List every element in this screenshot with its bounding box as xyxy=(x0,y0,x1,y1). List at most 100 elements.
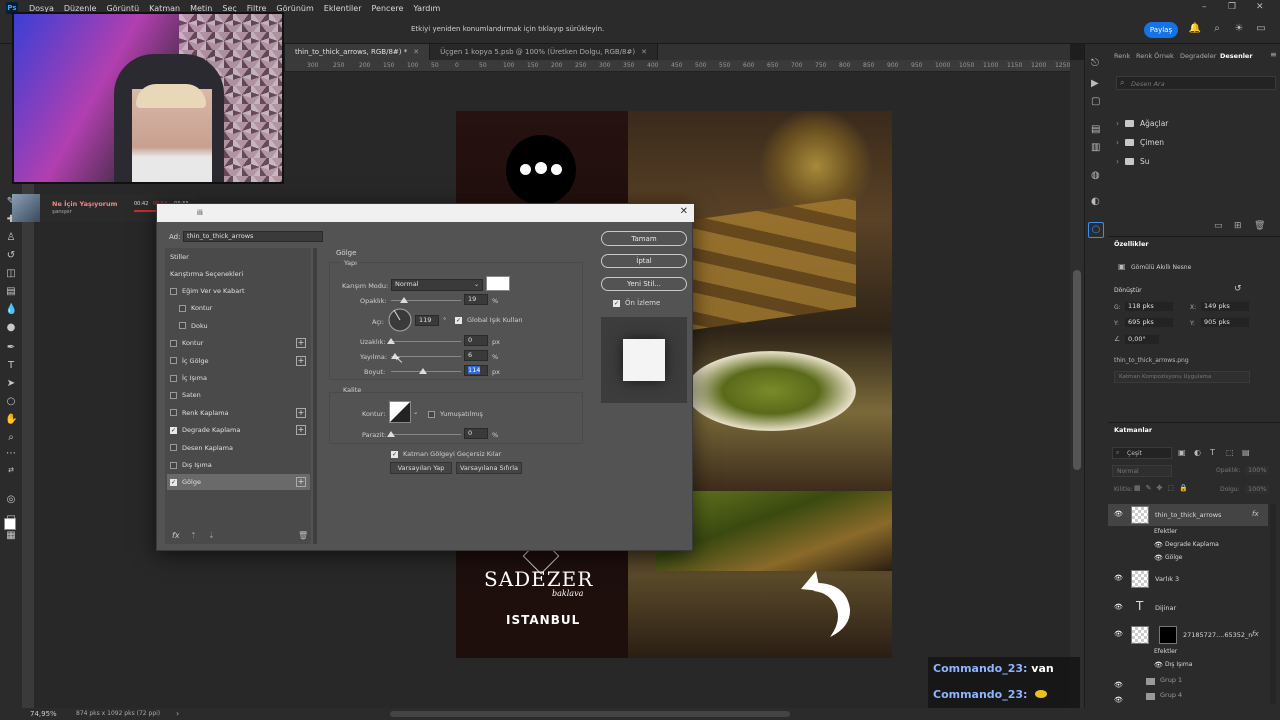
style-checkbox[interactable] xyxy=(170,374,177,382)
style-checkbox[interactable] xyxy=(170,461,177,469)
distance-slider-thumb[interactable] xyxy=(387,338,395,344)
style-item[interactable]: Saten xyxy=(167,387,310,405)
style-item[interactable]: İç Gölge + xyxy=(167,353,310,370)
knockout-checkbox[interactable]: ✓ xyxy=(391,450,398,458)
opacity-input[interactable]: 19 xyxy=(464,294,488,305)
dodge-tool-icon[interactable]: ● xyxy=(5,322,17,334)
menu-help[interactable]: Yardım xyxy=(408,4,445,13)
list-scrollbar[interactable] xyxy=(313,248,317,544)
filter-type-icon[interactable]: T xyxy=(1210,448,1215,457)
visibility-eye-icon[interactable]: 👁 xyxy=(1114,696,1123,704)
layer-row[interactable]: 👁 Grup 1 xyxy=(1108,675,1268,689)
move-up-icon[interactable]: ⇡ xyxy=(190,531,197,540)
path-select-icon[interactable]: ➤ xyxy=(5,378,17,390)
pattern-search-input[interactable]: ⌕ Desen Ara xyxy=(1116,76,1276,90)
style-item[interactable]: Doku xyxy=(167,318,310,335)
lock-icons[interactable]: ▦✎✥⬚🔒 xyxy=(1134,484,1193,492)
frame-tool-icon[interactable]: ▦ xyxy=(5,530,17,542)
y-input[interactable]: 905 pks xyxy=(1200,317,1250,328)
knockout-option[interactable]: ✓ Katman Gölgeyi Geçersiz Kılar xyxy=(391,450,501,458)
ok-button[interactable]: Tamam xyxy=(601,231,687,246)
adjustments-icon[interactable]: ◍ xyxy=(1091,170,1100,181)
lightbulb-icon[interactable]: ☀ xyxy=(1232,22,1246,36)
quick-mask-icon[interactable]: ◎ xyxy=(5,494,17,506)
style-checkbox[interactable] xyxy=(179,304,186,312)
libraries-icon[interactable]: ▤ xyxy=(1091,124,1100,135)
size-slider-thumb[interactable] xyxy=(419,368,427,374)
close-window-icon[interactable]: ✕ xyxy=(1256,2,1264,12)
pen-tool-icon[interactable]: ✒ xyxy=(5,342,17,354)
contour-preview[interactable] xyxy=(389,401,411,423)
vertical-scrollbar[interactable] xyxy=(1070,60,1084,710)
layer-opacity-input[interactable]: 100% xyxy=(1244,465,1270,476)
shadow-color-swatch[interactable] xyxy=(486,276,510,291)
trash-icon[interactable]: 🗑 xyxy=(298,531,308,540)
style-checkbox[interactable] xyxy=(170,409,177,417)
blending-options-item[interactable]: Karıştırma Seçenekleri xyxy=(167,266,310,283)
folder-water[interactable]: › Su xyxy=(1116,157,1150,166)
styles-header[interactable]: Stiller xyxy=(167,249,310,266)
style-item[interactable]: İç Işıma xyxy=(167,370,310,387)
preview-option[interactable]: ✓ Ön İzleme xyxy=(613,299,660,307)
style-item[interactable]: Kontur xyxy=(167,300,310,318)
new-style-button[interactable]: Yeni Stil... xyxy=(601,277,687,291)
hand-tool-icon[interactable]: ✋ xyxy=(5,414,17,426)
anti-alias-option[interactable]: Yumuşatılmış xyxy=(428,410,483,418)
visibility-eye-icon[interactable]: 👁 xyxy=(1154,661,1163,669)
reset-default-button[interactable]: Varsayılana Sıfırla xyxy=(456,462,522,474)
type-tool-icon[interactable]: T xyxy=(5,360,17,372)
more-tools-icon[interactable]: ⋯ xyxy=(5,448,17,460)
tab-color[interactable]: Renk xyxy=(1114,52,1130,60)
delete-pattern-icon[interactable]: 🗑 xyxy=(1254,221,1265,231)
cancel-button[interactable]: İptal xyxy=(601,254,687,268)
angle-input[interactable]: 119 xyxy=(415,315,439,326)
layer-row[interactable]: Efektler xyxy=(1108,647,1268,659)
shape-tool-icon[interactable]: ○ xyxy=(5,396,17,408)
new-folder-icon[interactable]: ▭ xyxy=(1214,221,1223,231)
style-checkbox[interactable] xyxy=(179,322,186,330)
bell-icon[interactable]: 🔔 xyxy=(1188,22,1202,36)
width-input[interactable]: 118 pks xyxy=(1124,301,1174,312)
visibility-eye-icon[interactable]: 👁 xyxy=(1114,574,1123,582)
search-icon[interactable]: ⌕ xyxy=(1210,22,1224,36)
curved-arrow-icon[interactable] xyxy=(796,561,866,641)
blend-mode-select[interactable]: Normal ⌄ xyxy=(391,279,483,291)
fill-input[interactable]: 100% xyxy=(1244,484,1270,495)
layer-row[interactable]: 👁 27185727....65352_n fx xyxy=(1108,624,1268,646)
size-input[interactable]: 114 xyxy=(464,365,488,376)
visibility-eye-icon[interactable]: 👁 xyxy=(1154,554,1163,562)
history-icon[interactable]: ⎋ xyxy=(1091,58,1099,69)
tab-gradients[interactable]: Degradeler xyxy=(1180,52,1216,60)
add-style-icon[interactable]: + xyxy=(296,338,306,349)
contour-dropdown-icon[interactable]: ⌄ xyxy=(413,408,418,416)
global-light-checkbox[interactable]: ✓ xyxy=(455,316,462,324)
add-style-icon[interactable]: + xyxy=(296,425,306,436)
add-style-icon[interactable]: + xyxy=(296,477,306,488)
folder-grass[interactable]: › Çimen xyxy=(1116,138,1164,147)
filter-shape-icon[interactable]: ⬚ xyxy=(1226,448,1234,457)
new-pattern-icon[interactable]: ⊞ xyxy=(1234,221,1242,231)
screen-mode-icon[interactable]: ▭ xyxy=(5,512,17,524)
maximize-icon[interactable]: ❐ xyxy=(1228,2,1236,12)
style-checkbox[interactable] xyxy=(170,339,177,347)
noise-input[interactable]: 0 xyxy=(464,428,488,439)
history-brush-icon[interactable]: ↺ xyxy=(5,250,17,262)
status-chevron-icon[interactable]: › xyxy=(176,709,179,718)
distance-input[interactable]: 0 xyxy=(464,335,488,346)
name-field[interactable]: thin_to_thick_arrows xyxy=(183,231,323,242)
layer-comp-select[interactable]: Katman Kompozisyonu Uygulama xyxy=(1114,371,1250,383)
close-tab-icon[interactable]: ✕ xyxy=(413,48,419,56)
layer-row[interactable]: 👁 Varlık 3 xyxy=(1108,568,1268,590)
actions-icon[interactable]: ▶ xyxy=(1091,78,1099,89)
make-default-button[interactable]: Varsayılan Yap xyxy=(390,462,452,474)
layer-fx-icon[interactable]: fx xyxy=(1252,630,1259,638)
eraser-tool-icon[interactable]: ◫ xyxy=(5,268,17,280)
layer-row[interactable]: Efektler xyxy=(1108,527,1268,539)
layer-filter-select[interactable]: ⌕ Çeşit xyxy=(1112,447,1172,459)
opacity-slider-thumb[interactable] xyxy=(400,297,409,303)
distance-slider-track[interactable] xyxy=(391,341,461,342)
dialog-title-bar[interactable]: ili ✕ xyxy=(157,204,694,222)
layer-mask-thumbnail[interactable] xyxy=(1159,626,1177,644)
folder-trees[interactable]: › Ağaçlar xyxy=(1116,119,1168,128)
info-icon[interactable]: ▥ xyxy=(1091,142,1100,153)
